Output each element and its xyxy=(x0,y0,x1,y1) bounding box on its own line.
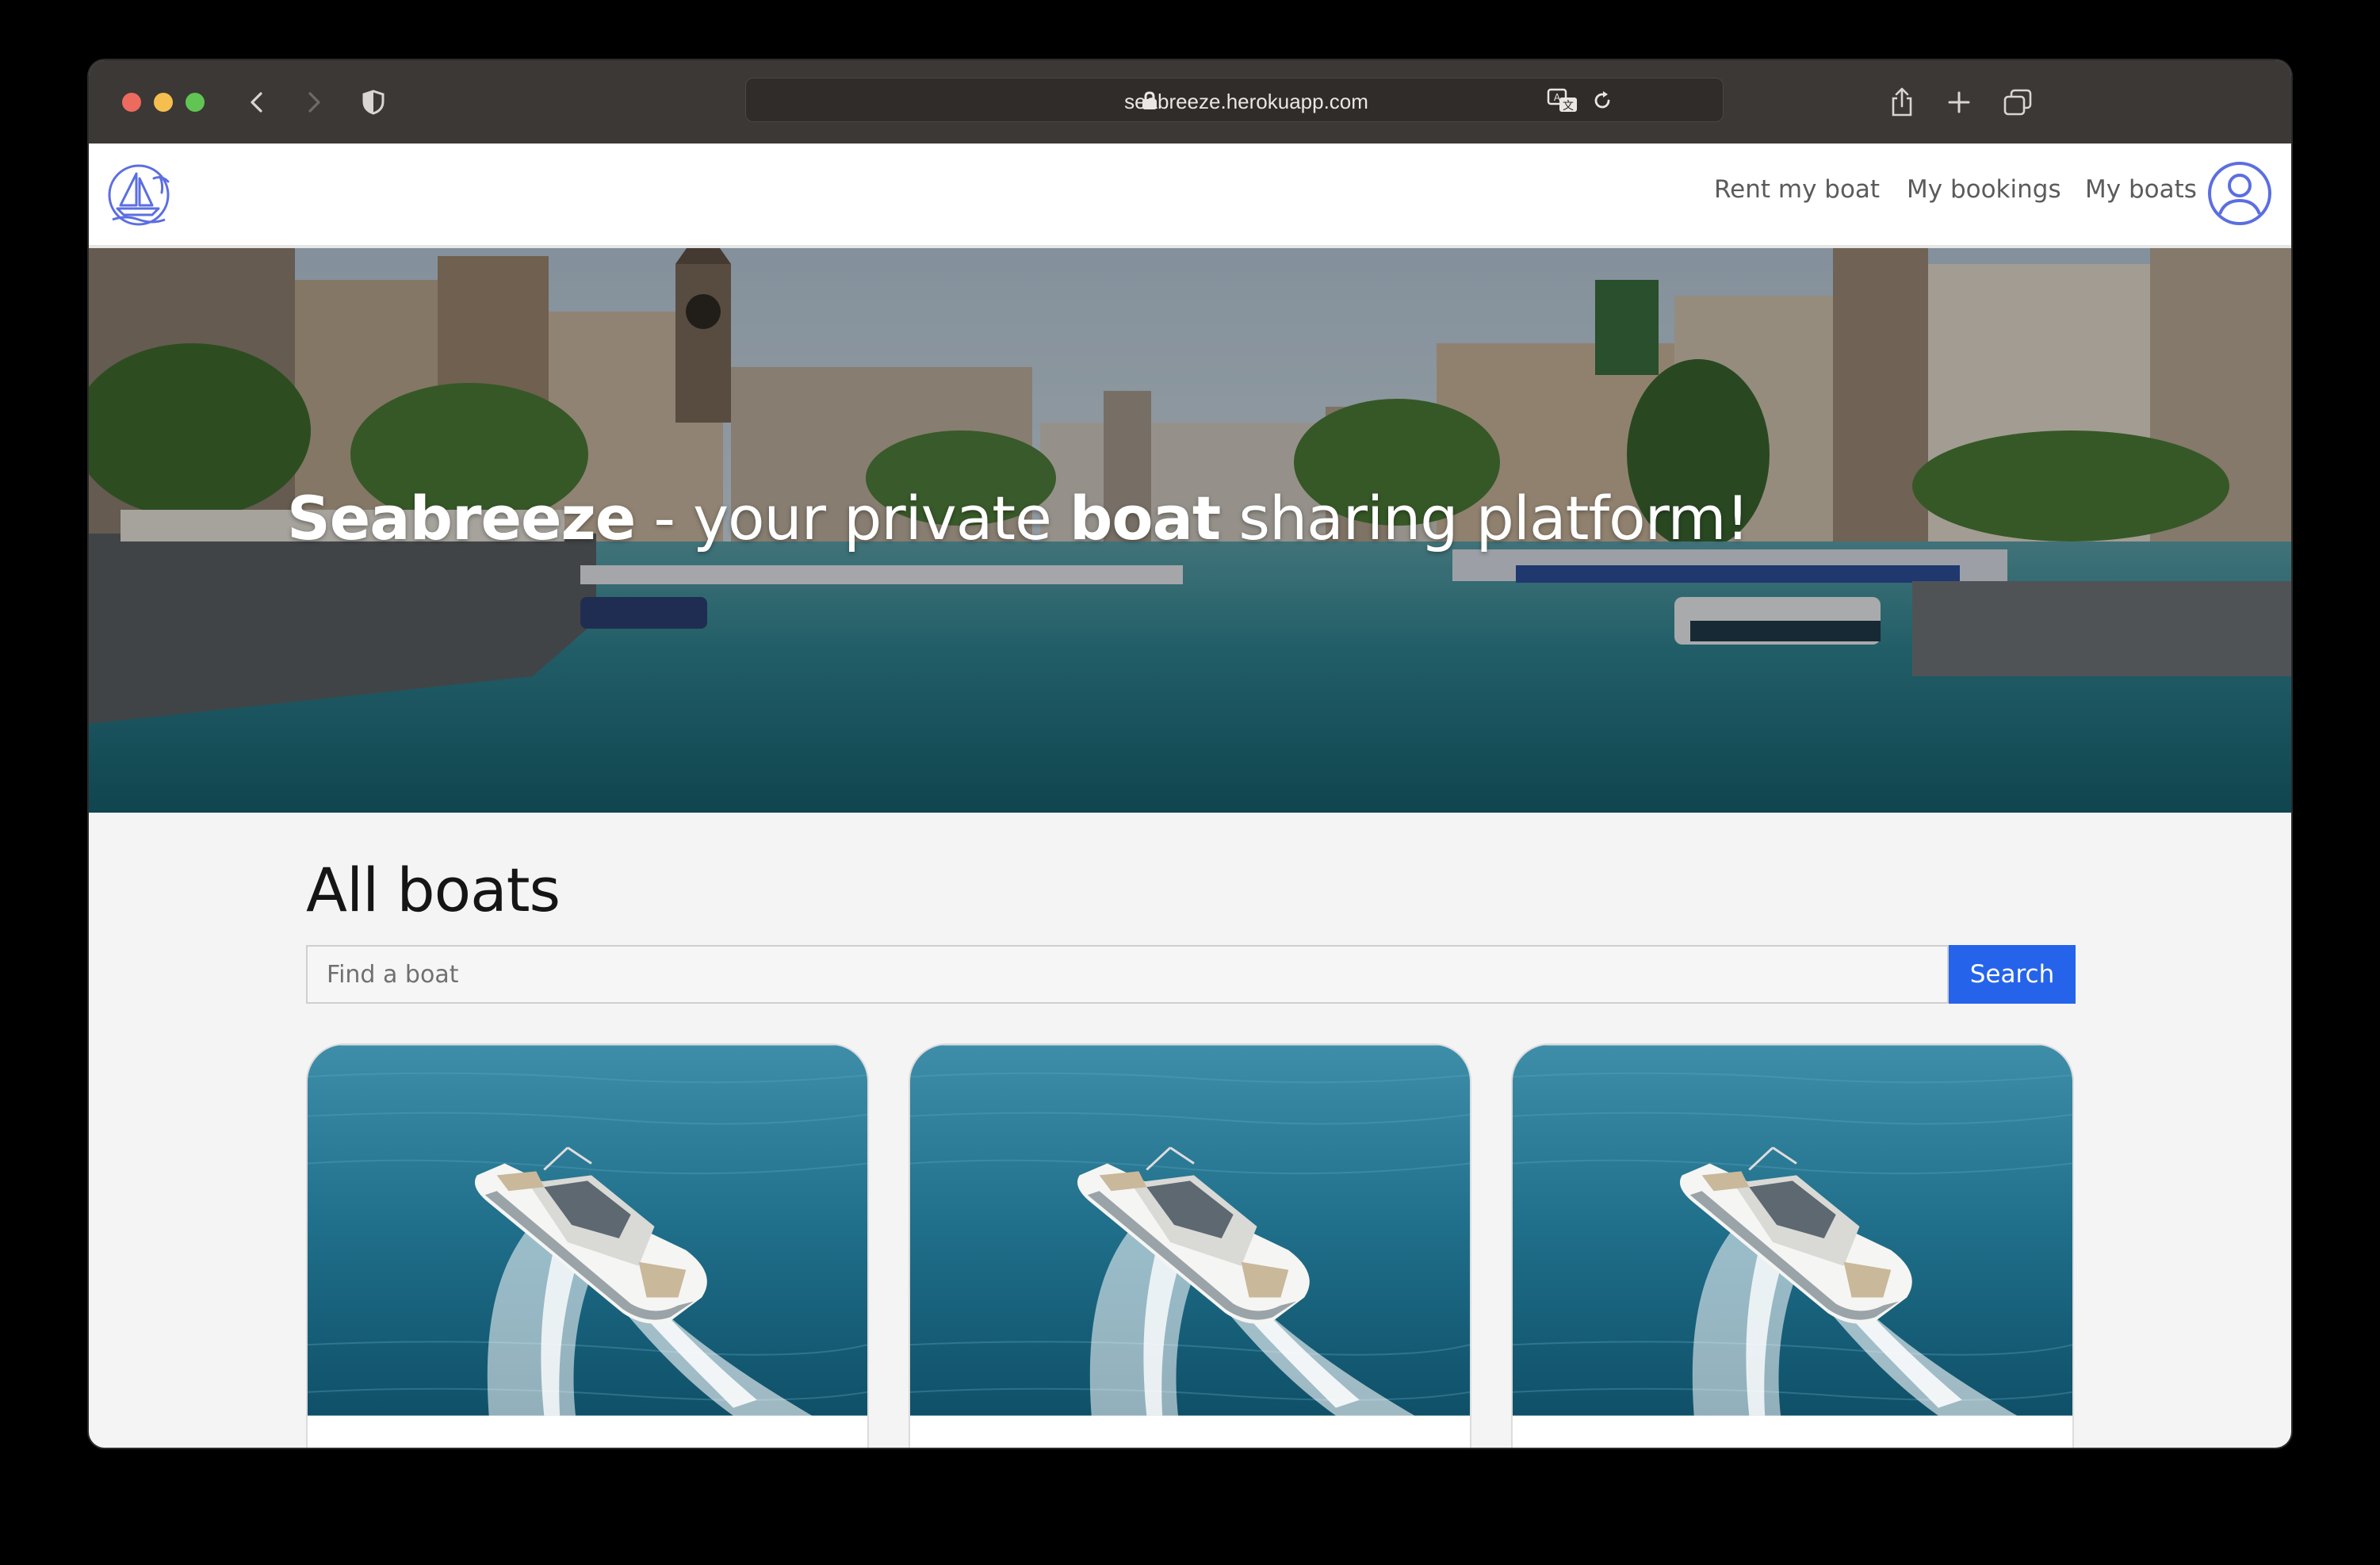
close-window-button[interactable] xyxy=(122,93,141,112)
hero-title: Seabreeze - your private boat sharing pl… xyxy=(287,483,1750,553)
sailboat-logo-icon[interactable] xyxy=(105,161,173,229)
tab-overview-button[interactable] xyxy=(1996,81,2039,124)
boat-card-image xyxy=(1513,1045,2072,1416)
reload-icon[interactable] xyxy=(1591,90,1613,112)
minimize-window-button[interactable] xyxy=(154,93,173,112)
search-button[interactable]: Search xyxy=(1949,945,2076,1004)
address-bar[interactable]: seabreeze.herokuapp.com 文A xyxy=(745,78,1724,122)
search-input[interactable] xyxy=(306,945,1949,1004)
new-tab-icon xyxy=(1948,91,1970,113)
new-tab-button[interactable] xyxy=(1938,81,1980,124)
hero-title-end: sharing platform! xyxy=(1220,483,1750,553)
page-title: All boats xyxy=(306,855,561,925)
nav-my-bookings[interactable]: My bookings xyxy=(1907,175,2061,204)
zoom-window-button[interactable] xyxy=(186,93,205,112)
user-avatar-icon[interactable] xyxy=(2207,161,2272,226)
browser-toolbar: seabreeze.herokuapp.com 文A xyxy=(89,60,2291,143)
hero-title-mid: - your private xyxy=(635,483,1069,553)
site-header: Rent my boat My bookings My boats xyxy=(89,143,2291,248)
tab-overview-icon xyxy=(2003,89,2032,116)
svg-text:文: 文 xyxy=(1563,100,1574,113)
forward-icon xyxy=(308,92,320,113)
forward-button[interactable] xyxy=(292,81,335,124)
boat-card-image xyxy=(308,1045,867,1416)
svg-text:A: A xyxy=(1554,92,1561,103)
back-icon xyxy=(251,92,262,113)
boat-card[interactable] xyxy=(909,1043,1471,1448)
hero-title-brand: Seabreeze xyxy=(287,483,636,553)
hero-title-bold: boat xyxy=(1069,483,1221,553)
browser-window: seabreeze.herokuapp.com 文A Rent my boat … xyxy=(89,60,2291,1448)
nav-my-boats[interactable]: My boats xyxy=(2085,175,2197,204)
translate-icon[interactable]: 文A xyxy=(1547,88,1578,113)
boat-card[interactable] xyxy=(1511,1043,2074,1448)
privacy-shield-icon xyxy=(362,90,385,115)
nav-rent-my-boat[interactable]: Rent my boat xyxy=(1714,175,1880,204)
share-button[interactable] xyxy=(1881,81,1923,124)
hero-banner: Seabreeze - your private boat sharing pl… xyxy=(89,248,2291,813)
boat-card[interactable] xyxy=(306,1043,869,1448)
back-button[interactable] xyxy=(236,81,279,124)
privacy-report-button[interactable] xyxy=(352,81,395,124)
boat-card-image xyxy=(910,1045,1470,1416)
share-icon xyxy=(1892,87,1912,117)
